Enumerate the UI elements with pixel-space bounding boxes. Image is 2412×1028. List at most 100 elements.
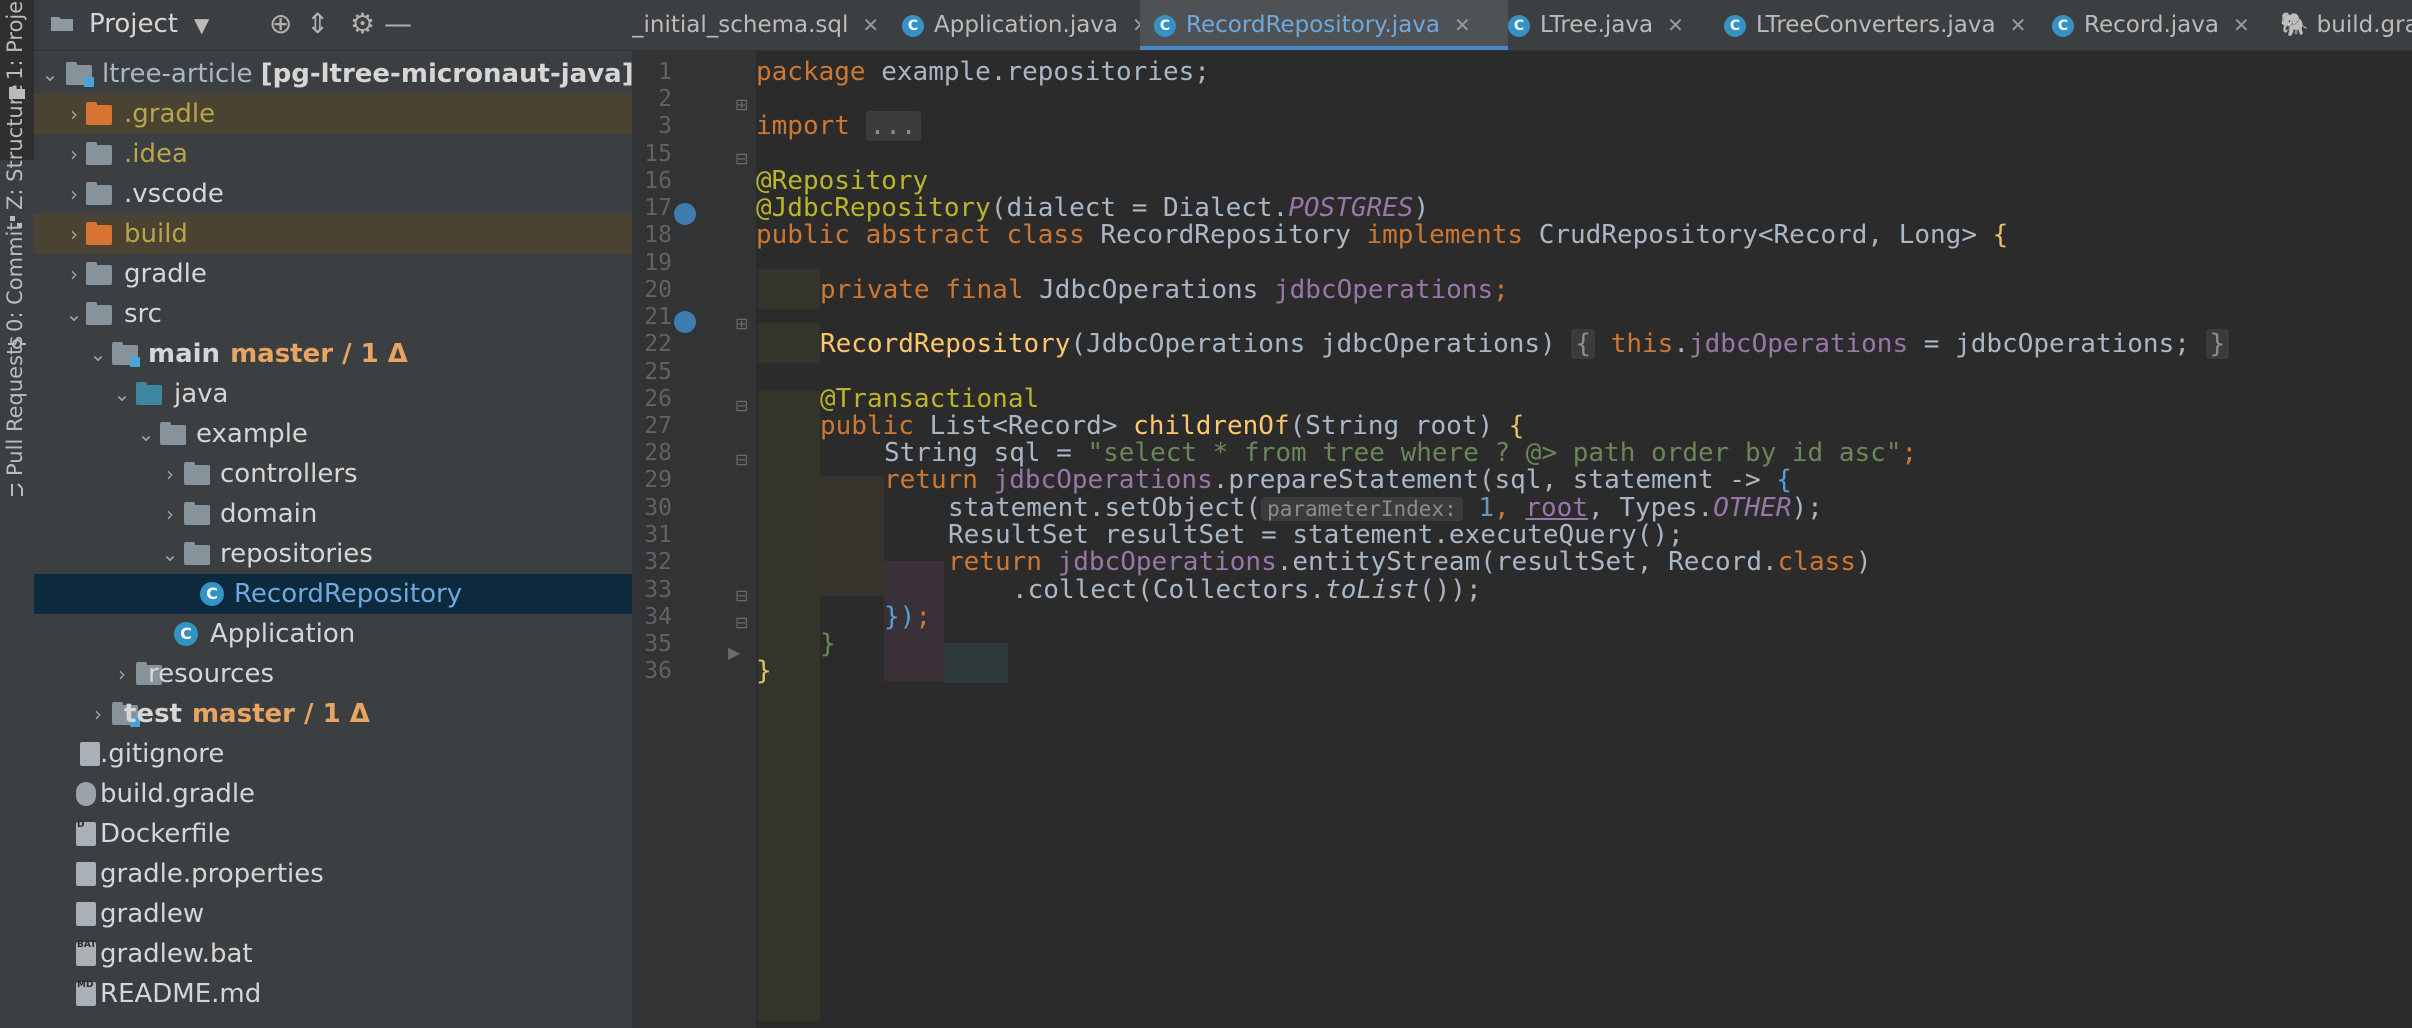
tree-item-idea[interactable]: › .idea bbox=[34, 134, 632, 174]
fold-arrow-icon[interactable]: ▶ bbox=[728, 643, 740, 662]
tree-item-dockerfile[interactable]: Dockerfile bbox=[34, 805, 632, 854]
tree-item-repositories[interactable]: ⌄ repositories bbox=[34, 534, 632, 574]
collapse-all-icon[interactable]: ⇕ bbox=[306, 8, 329, 40]
tree-item-label: .gradle bbox=[124, 99, 216, 129]
fold-icon[interactable]: ⊟ bbox=[735, 586, 748, 605]
tree-item-domain[interactable]: › domain bbox=[34, 494, 632, 534]
fold-icon[interactable]: ⊟ bbox=[735, 149, 748, 168]
tree-item-application[interactable]: C Application bbox=[34, 614, 632, 654]
gear-icon[interactable]: ⚙ bbox=[350, 8, 375, 40]
tab-label: LTree.java bbox=[1540, 12, 1654, 38]
close-icon[interactable]: ✕ bbox=[1667, 13, 1684, 37]
chevron-right-icon[interactable]: › bbox=[160, 454, 180, 494]
implemented-method-icon[interactable] bbox=[674, 203, 696, 225]
chevron-down-icon[interactable]: ⌄ bbox=[88, 334, 108, 374]
hide-panel-icon[interactable]: — bbox=[384, 8, 412, 40]
tab-ltreeconverters[interactable]: C LTreeConverters.java ✕ bbox=[1724, 0, 2034, 50]
chevron-right-icon[interactable]: › bbox=[160, 494, 180, 534]
structure-tool-button[interactable]: Z: Structure bbox=[0, 84, 34, 238]
tree-item-controllers[interactable]: › controllers bbox=[34, 454, 632, 494]
fold-icon[interactable]: ⊞ bbox=[735, 95, 748, 114]
chevron-right-icon[interactable]: › bbox=[64, 254, 84, 294]
line-number: 33 bbox=[644, 577, 672, 603]
tree-item-resources[interactable]: › resources bbox=[34, 654, 632, 694]
chevron-down-icon[interactable]: ⌄ bbox=[40, 54, 60, 94]
tree-item-label: build bbox=[124, 219, 188, 249]
gitignore-file-icon bbox=[80, 742, 100, 766]
fold-icon[interactable]: ⊟ bbox=[735, 396, 748, 415]
tab-record[interactable]: C Record.java ✕ bbox=[2052, 0, 2272, 50]
tree-item-gradlew-bat[interactable]: gradlew.bat bbox=[34, 925, 632, 974]
close-icon[interactable]: ✕ bbox=[862, 13, 879, 37]
structure-tool-label: Z: Structure bbox=[3, 84, 27, 210]
fold-icon[interactable]: ⊟ bbox=[735, 450, 748, 469]
markdown-file-icon bbox=[76, 965, 96, 1006]
folded-imports[interactable]: ... bbox=[865, 111, 921, 141]
tree-item-label: RecordRepository bbox=[234, 579, 463, 609]
code-line-20: private final JdbcOperations jdbcOperati… bbox=[820, 275, 1509, 305]
tab-recordrepository[interactable]: C RecordRepository.java ✕ bbox=[1140, 0, 1508, 50]
pull-requests-tool-button[interactable]: Pull Requests bbox=[0, 336, 34, 508]
tree-item-label: test bbox=[124, 699, 182, 729]
indent-guide bbox=[758, 269, 820, 309]
gradle-file-icon bbox=[76, 782, 96, 806]
code-line-22: RecordRepository(JdbcOperations jdbcOper… bbox=[820, 323, 2230, 365]
chevron-right-icon[interactable]: › bbox=[88, 694, 108, 734]
tree-item-gradlew[interactable]: gradlew bbox=[34, 894, 632, 934]
view-dropdown-chevron-icon[interactable]: ▼ bbox=[194, 13, 209, 37]
tree-item-label: Dockerfile bbox=[100, 819, 231, 849]
tree-item-gitignore[interactable]: .gitignore bbox=[34, 734, 632, 774]
git-branch-badge: master / 1 Δ bbox=[191, 699, 370, 729]
tree-item-gradle-cache[interactable]: › .gradle bbox=[34, 94, 632, 134]
tree-item-build-dir[interactable]: › build bbox=[34, 214, 632, 254]
package-icon bbox=[184, 542, 210, 565]
close-icon[interactable]: ✕ bbox=[1454, 13, 1471, 37]
tree-item-readme[interactable]: README.md bbox=[34, 965, 632, 1014]
tree-item-build-gradle[interactable]: build.gradle bbox=[34, 774, 632, 814]
chevron-down-icon[interactable]: ⌄ bbox=[136, 414, 156, 454]
tree-item-label: build.gradle bbox=[100, 779, 256, 809]
tree-item-gradle-properties[interactable]: gradle.properties bbox=[34, 854, 632, 894]
fold-icon[interactable]: ⊟ bbox=[735, 613, 748, 632]
tree-item-ltree-article[interactable]: ⌄ ltree-article [pg-ltree-micronaut-java… bbox=[34, 54, 632, 94]
tree-item-label: src bbox=[124, 299, 162, 329]
close-icon[interactable]: ✕ bbox=[2233, 13, 2250, 37]
tree-item-test[interactable]: › test master / 1 Δ bbox=[34, 694, 632, 734]
chevron-down-icon[interactable]: ⌄ bbox=[160, 534, 180, 574]
tab-label: Application.java bbox=[934, 12, 1119, 38]
line-number: 31 bbox=[644, 522, 672, 548]
tree-item-src[interactable]: ⌄ src bbox=[34, 294, 632, 334]
close-icon[interactable]: ✕ bbox=[2010, 13, 2027, 37]
tab-ltree[interactable]: C LTree.java ✕ bbox=[1508, 0, 1708, 50]
chevron-right-icon[interactable]: › bbox=[64, 94, 84, 134]
project-tool-label: 1: Project bbox=[3, 0, 27, 80]
tree-item-gradle[interactable]: › gradle bbox=[34, 254, 632, 294]
code-editor[interactable]: package example.repositories; import ...… bbox=[756, 51, 2412, 1028]
tab-label: RecordRepository.java bbox=[1186, 12, 1440, 38]
chevron-down-icon[interactable]: ⌄ bbox=[112, 374, 132, 414]
tree-item-java[interactable]: ⌄ java bbox=[34, 374, 632, 414]
chevron-right-icon[interactable]: › bbox=[64, 214, 84, 254]
tree-item-label: gradle bbox=[124, 259, 207, 289]
docker-file-icon bbox=[76, 805, 96, 846]
tree-item-example[interactable]: ⌄ example bbox=[34, 414, 632, 454]
fold-icon[interactable]: ⊞ bbox=[735, 314, 748, 333]
bat-file-icon bbox=[76, 925, 96, 966]
pull-requests-tool-label: Pull Requests bbox=[3, 335, 27, 476]
tab-build-gradle[interactable]: 🐘 build.gra bbox=[2280, 0, 2412, 50]
tree-item-vscode[interactable]: › .vscode bbox=[34, 174, 632, 214]
chevron-right-icon[interactable]: › bbox=[64, 134, 84, 174]
project-panel: Project ▼ ⊕ ⇕ ⚙ — ⌄ ltree-article [pg-lt… bbox=[34, 0, 632, 1028]
excluded-folder-icon bbox=[86, 222, 112, 245]
chevron-down-icon[interactable]: ⌄ bbox=[64, 294, 84, 334]
tree-item-main[interactable]: ⌄ main master / 1 Δ bbox=[34, 334, 632, 374]
chevron-right-icon[interactable]: › bbox=[64, 174, 84, 214]
tab-initial-schema[interactable]: _initial_schema.sql ✕ bbox=[632, 0, 886, 50]
tree-item-label: main bbox=[148, 339, 221, 369]
chevron-right-icon[interactable]: › bbox=[112, 654, 132, 694]
implementing-constructor-icon[interactable] bbox=[674, 311, 696, 333]
indent-guide bbox=[758, 391, 820, 1021]
locate-icon[interactable]: ⊕ bbox=[269, 8, 292, 40]
tree-item-recordrepository[interactable]: C RecordRepository bbox=[34, 574, 632, 614]
tab-application[interactable]: CApplication.java✕ bbox=[890, 0, 1149, 50]
